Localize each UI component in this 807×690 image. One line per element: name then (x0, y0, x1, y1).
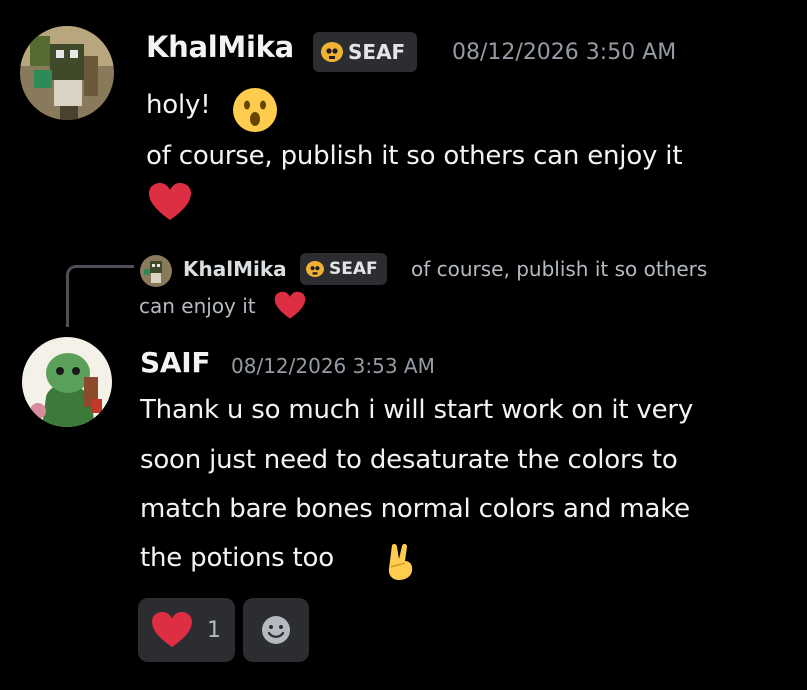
message-timestamp[interactable]: 08/12/2026 3:53 AM (231, 354, 435, 378)
red-heart-emoji-icon (274, 291, 306, 321)
reply-connector (66, 265, 134, 327)
message-author[interactable]: KhalMika (146, 30, 294, 64)
reply-author[interactable]: KhalMika (183, 257, 287, 281)
add-reaction-button[interactable] (243, 598, 309, 662)
red-heart-icon (152, 611, 192, 648)
message-text-line: the potions too (140, 543, 334, 573)
message-text-line: soon just need to desaturate the colors … (140, 445, 678, 475)
message-text-line: match bare bones normal colors and make (140, 494, 690, 524)
saif-avatar[interactable] (22, 337, 112, 427)
guild-tag[interactable]: SEAF (313, 32, 418, 72)
message-timestamp[interactable]: 08/12/2026 3:50 AM (452, 40, 676, 65)
reply-avatar[interactable] (140, 255, 172, 287)
red-heart-emoji-icon (148, 182, 192, 222)
message-author[interactable]: SAIF (140, 346, 210, 379)
reply-text-line[interactable]: of course, publish it so others (411, 257, 707, 281)
reply-guild-tag[interactable]: SEAF (300, 253, 387, 285)
message-text-line: of course, publish it so others can enjo… (146, 141, 683, 171)
skull-icon (306, 261, 324, 277)
victory-hand-emoji-icon (383, 541, 417, 581)
khalmika-avatar[interactable] (20, 26, 114, 120)
message-text-line: Thank u so much i will start work on it … (140, 395, 694, 425)
astonished-face-emoji-icon (232, 87, 278, 133)
reply-text-line[interactable]: can enjoy it (139, 294, 256, 318)
guild-tag-label: SEAF (348, 40, 406, 64)
reply-guild-tag-label: SEAF (329, 259, 378, 279)
message-text-line: holy! (146, 90, 211, 120)
reaction-count: 1 (207, 617, 221, 643)
smiley-add-reaction-icon (262, 616, 290, 644)
heart-reaction-button[interactable]: 1 (138, 598, 235, 662)
skull-icon (321, 42, 343, 62)
